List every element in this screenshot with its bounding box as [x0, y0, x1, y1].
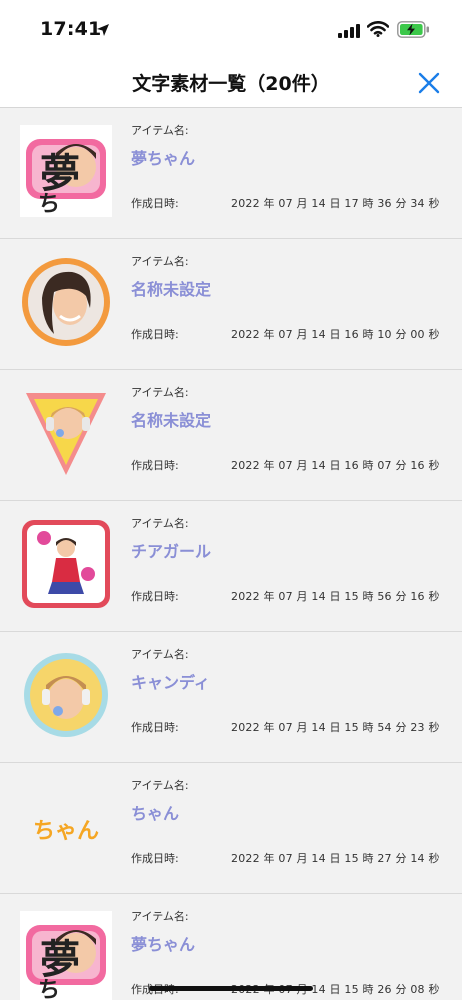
nav-header: 文字素材一覧（20件）	[0, 58, 462, 108]
svg-text:夢: 夢	[40, 937, 80, 983]
screen: 17:41 文字素材一覧（20件） 夢 ち アイテム名: 夢ちゃん 作成日時: …	[0, 0, 462, 1000]
item-name-label: アイテム名:	[131, 910, 189, 923]
item-name-label: アイテム名:	[131, 255, 189, 268]
close-button[interactable]	[416, 70, 442, 96]
created-at-label: 作成日時:	[131, 459, 179, 472]
thumbnail-red-square	[20, 518, 112, 610]
item-name-value: 夢ちゃん	[131, 149, 196, 168]
list-item[interactable]: アイテム名: 名称未設定 作成日時: 2022 年 07 月 14 日 16 時…	[0, 370, 462, 501]
home-indicator	[149, 986, 313, 991]
item-name-label: アイテム名:	[131, 779, 189, 792]
item-name-label: アイテム名:	[131, 517, 189, 530]
item-name-value: キャンディ	[131, 673, 210, 692]
item-name-value: 夢ちゃん	[131, 935, 196, 954]
item-name-value: ちゃん	[131, 804, 180, 823]
created-at-value: 2022 年 07 月 14 日 17 時 36 分 34 秒	[231, 197, 440, 210]
location-arrow-icon	[96, 22, 110, 41]
created-at-label: 作成日時:	[131, 721, 179, 734]
created-at-label: 作成日時:	[131, 197, 179, 210]
created-at-value: 2022 年 07 月 14 日 15 時 56 分 16 秒	[231, 590, 440, 603]
item-name-label: アイテム名:	[131, 648, 189, 661]
list-item[interactable]: アイテム名: チアガール 作成日時: 2022 年 07 月 14 日 15 時…	[0, 501, 462, 632]
created-at-label: 作成日時:	[131, 852, 179, 865]
list-item[interactable]: アイテム名: 名称未設定 作成日時: 2022 年 07 月 14 日 16 時…	[0, 239, 462, 370]
list-item[interactable]: アイテム名: キャンディ 作成日時: 2022 年 07 月 14 日 15 時…	[0, 632, 462, 763]
created-at-label: 作成日時:	[131, 590, 179, 603]
created-at-label: 作成日時:	[131, 328, 179, 341]
list-item[interactable]: ちゃん アイテム名: ちゃん 作成日時: 2022 年 07 月 14 日 15…	[0, 763, 462, 894]
thumbnail-yume-chan: 夢 ち	[20, 911, 112, 1000]
item-name-value: 名称未設定	[131, 411, 212, 430]
thumbnail-chan-text: ちゃん	[20, 780, 112, 872]
thumbnail-text: ちゃん	[33, 819, 99, 844]
created-at-value: 2022 年 07 月 14 日 16 時 10 分 00 秒	[231, 328, 440, 341]
svg-text:ち: ち	[38, 978, 60, 1000]
status-time: 17:41	[40, 18, 102, 40]
item-name-label: アイテム名:	[131, 124, 189, 137]
svg-text:ち: ち	[38, 192, 60, 217]
item-name-value: 名称未設定	[131, 280, 212, 299]
item-name-value: チアガール	[131, 542, 212, 561]
battery-charging-icon	[397, 21, 430, 42]
thumbnail-yellow-triangle	[20, 387, 112, 479]
wifi-icon	[366, 21, 390, 41]
list-item[interactable]: 夢 ち アイテム名: 夢ちゃん 作成日時: 2022 年 07 月 14 日 1…	[0, 894, 462, 1000]
created-at-value: 2022 年 07 月 14 日 16 時 07 分 16 秒	[231, 459, 440, 472]
close-icon	[418, 72, 440, 94]
status-bar: 17:41	[0, 0, 462, 58]
material-list: 夢 ち アイテム名: 夢ちゃん 作成日時: 2022 年 07 月 14 日 1…	[0, 108, 462, 1000]
svg-text:夢: 夢	[40, 151, 80, 197]
item-name-label: アイテム名:	[131, 386, 189, 399]
thumbnail-orange-circle	[20, 256, 112, 348]
created-at-value: 2022 年 07 月 14 日 15 時 54 分 23 秒	[231, 721, 440, 734]
thumbnail-yume-chan: 夢 ち	[20, 125, 112, 217]
list-item[interactable]: 夢 ち アイテム名: 夢ちゃん 作成日時: 2022 年 07 月 14 日 1…	[0, 108, 462, 239]
created-at-value: 2022 年 07 月 14 日 15 時 27 分 14 秒	[231, 852, 440, 865]
thumbnail-light-blue-circle	[20, 649, 112, 741]
cellular-signal-icon	[338, 23, 361, 42]
page-title: 文字素材一覧（20件）	[132, 73, 330, 95]
